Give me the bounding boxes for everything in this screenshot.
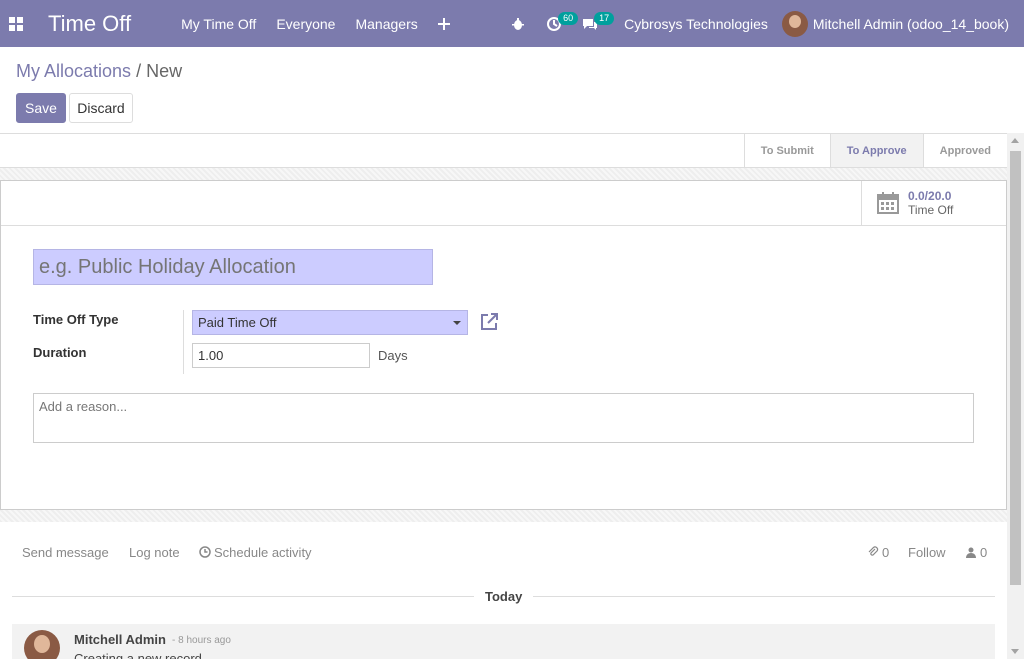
chatter-message: Mitchell Admin - 8 hours ago Creating a … [12,624,995,659]
user-avatar [781,10,808,37]
menu-more-plus-icon[interactable] [428,16,460,32]
discard-button[interactable]: Discard [69,93,133,123]
stage-to-approve[interactable]: To Approve [829,134,923,167]
log-note-button[interactable]: Log note [129,545,180,560]
stat-label: Time Off [908,203,954,217]
paperclip-icon [868,546,879,556]
date-separator: Today [485,589,523,604]
schedule-activity-label: Schedule activity [214,545,312,560]
chevron-down-icon [453,321,461,325]
breadcrumb-my-allocations[interactable]: My Allocations [16,61,131,81]
external-link-icon[interactable] [479,312,499,332]
date-divider-left [12,596,474,597]
time-off-type-select[interactable]: Paid Time Off [192,310,468,335]
schedule-activity-button[interactable]: Schedule activity [199,545,312,560]
message-date: - 8 hours ago [172,635,231,646]
form-sheet: 0.0/20.0 Time Off [0,180,1007,510]
menu-my-time-off[interactable]: My Time Off [171,16,266,32]
user-icon [966,547,976,558]
reason-textarea[interactable]: Add a reason... [33,393,974,443]
followers-button[interactable]: 0 [965,545,987,560]
time-off-type-label: Time Off Type [33,312,119,327]
send-message-button[interactable]: Send message [22,545,109,560]
navbar-systray: 60 17 Cybrosys Technologies Mitchell Adm… [500,0,1024,47]
followers-count: 0 [980,545,988,560]
apps-menu-icon[interactable] [0,0,32,47]
top-navbar: Time Off My Time Off Everyone Managers 6… [0,0,1024,47]
scroll-thumb[interactable] [1010,151,1021,585]
stage-approved[interactable]: Approved [922,134,1007,167]
follow-button[interactable]: Follow [908,545,946,560]
messages-comments-icon[interactable]: 17 [572,0,615,47]
time-off-type-value: Paid Time Off [198,315,277,330]
message-author[interactable]: Mitchell Admin [74,632,166,647]
time-off-stat-button[interactable]: 0.0/20.0 Time Off [861,181,1006,225]
breadcrumb: My Allocations / New [16,61,182,82]
save-button[interactable]: Save [16,93,66,123]
menu-managers[interactable]: Managers [345,16,427,32]
field-separator [183,310,184,374]
stage-to-submit[interactable]: To Submit [743,134,830,167]
status-stages: To Submit To Approve Approved [743,134,1007,167]
allocation-name-input[interactable] [33,249,433,285]
page-scrollbar[interactable] [1007,133,1024,659]
user-menu[interactable]: Mitchell Admin (odoo_14_book) [781,10,1024,37]
date-divider-right [533,596,995,597]
clock-icon [199,546,211,558]
menu-everyone[interactable]: Everyone [266,16,345,32]
message-author-avatar[interactable] [24,630,60,659]
company-switcher[interactable]: Cybrosys Technologies [608,16,782,32]
duration-label: Duration [33,345,87,360]
user-name: Mitchell Admin (odoo_14_book) [812,15,1009,32]
breadcrumb-current: New [146,61,183,81]
breadcrumb-separator: / [136,61,142,81]
debug-bug-icon[interactable] [500,0,536,47]
main-menu: My Time Off Everyone Managers [171,16,460,32]
scroll-down-arrow-icon[interactable] [1011,649,1019,654]
duration-unit: Days [378,348,408,363]
calendar-icon [877,192,899,214]
attachments-button[interactable]: 0 [867,545,889,560]
app-title[interactable]: Time Off [48,11,131,37]
scroll-up-arrow-icon[interactable] [1011,138,1019,143]
message-count-badge: 17 [594,12,615,25]
stat-value: 0.0/20.0 [908,189,952,203]
attachments-count: 0 [882,545,890,560]
sheet-divider [1,225,1006,226]
form-statusbar: To Submit To Approve Approved [0,133,1007,168]
activity-clock-icon[interactable]: 60 [536,0,579,47]
duration-input[interactable]: 1.00 [192,343,370,368]
message-body: Creating a new record... [74,651,213,659]
